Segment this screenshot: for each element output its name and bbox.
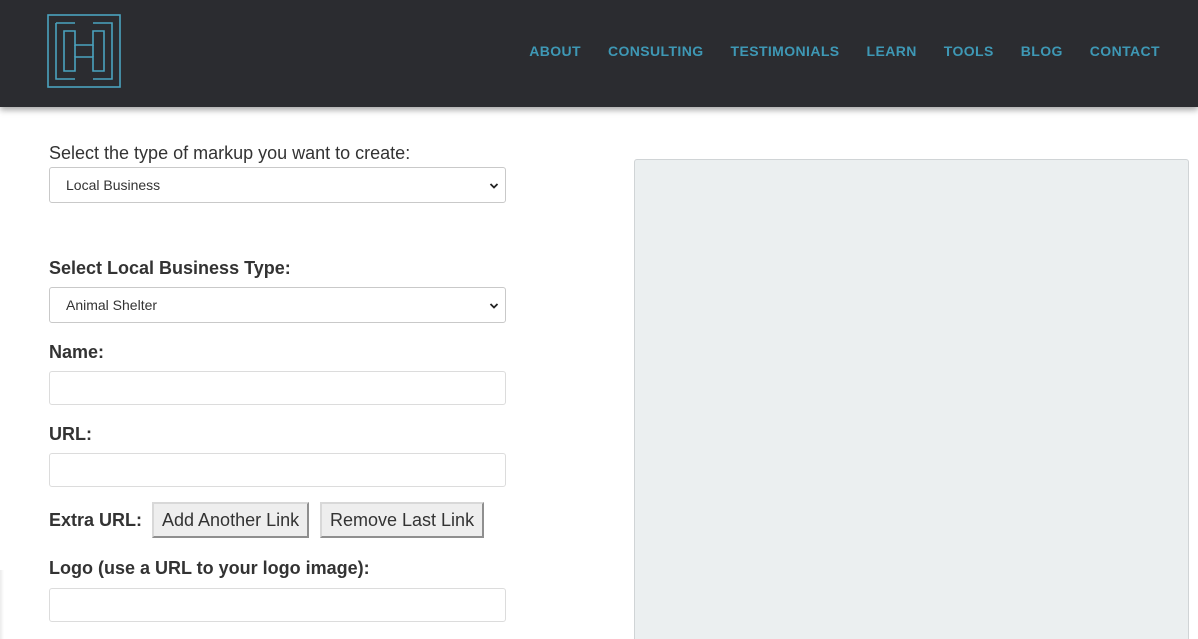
nav-consulting[interactable]: CONSULTING (608, 42, 704, 60)
nav-learn[interactable]: LEARN (867, 42, 917, 60)
site-header: ABOUT CONSULTING TESTIMONIALS LEARN TOOL… (0, 0, 1198, 107)
logo-url-input[interactable] (49, 588, 506, 622)
markup-type-select[interactable]: Local Business (49, 167, 506, 203)
name-label: Name: (49, 342, 105, 362)
nav-tools[interactable]: TOOLS (944, 42, 994, 60)
markup-type-selected-value: Local Business (66, 177, 161, 193)
chevron-down-icon (489, 183, 499, 189)
extra-url-label: Extra URL: (49, 510, 143, 530)
business-type-selected-value: Animal Shelter (66, 297, 158, 313)
edge-shadow (0, 570, 4, 639)
nav-blog[interactable]: BLOG (1021, 42, 1063, 60)
business-type-label: Select Local Business Type: (49, 258, 291, 278)
remove-last-link-button[interactable]: Remove Last Link (320, 502, 485, 538)
url-input[interactable] (49, 453, 506, 487)
nav-contact[interactable]: CONTACT (1090, 42, 1160, 60)
main-nav: ABOUT CONSULTING TESTIMONIALS LEARN TOOL… (502, 42, 1160, 60)
nav-testimonials[interactable]: TESTIMONIALS (731, 42, 840, 60)
business-type-select[interactable]: Animal Shelter (49, 287, 506, 323)
url-label: URL: (49, 424, 92, 444)
name-input[interactable] (49, 371, 506, 405)
h-maze-logo-icon[interactable] (47, 14, 121, 88)
logo-label: Logo (use a URL to your logo image): (49, 558, 370, 578)
add-another-link-button[interactable]: Add Another Link (152, 502, 310, 538)
markup-type-label: Select the type of markup you want to cr… (49, 143, 411, 163)
markup-preview-panel[interactable] (634, 159, 1189, 639)
nav-about[interactable]: ABOUT (529, 42, 581, 60)
chevron-down-icon (489, 303, 499, 309)
